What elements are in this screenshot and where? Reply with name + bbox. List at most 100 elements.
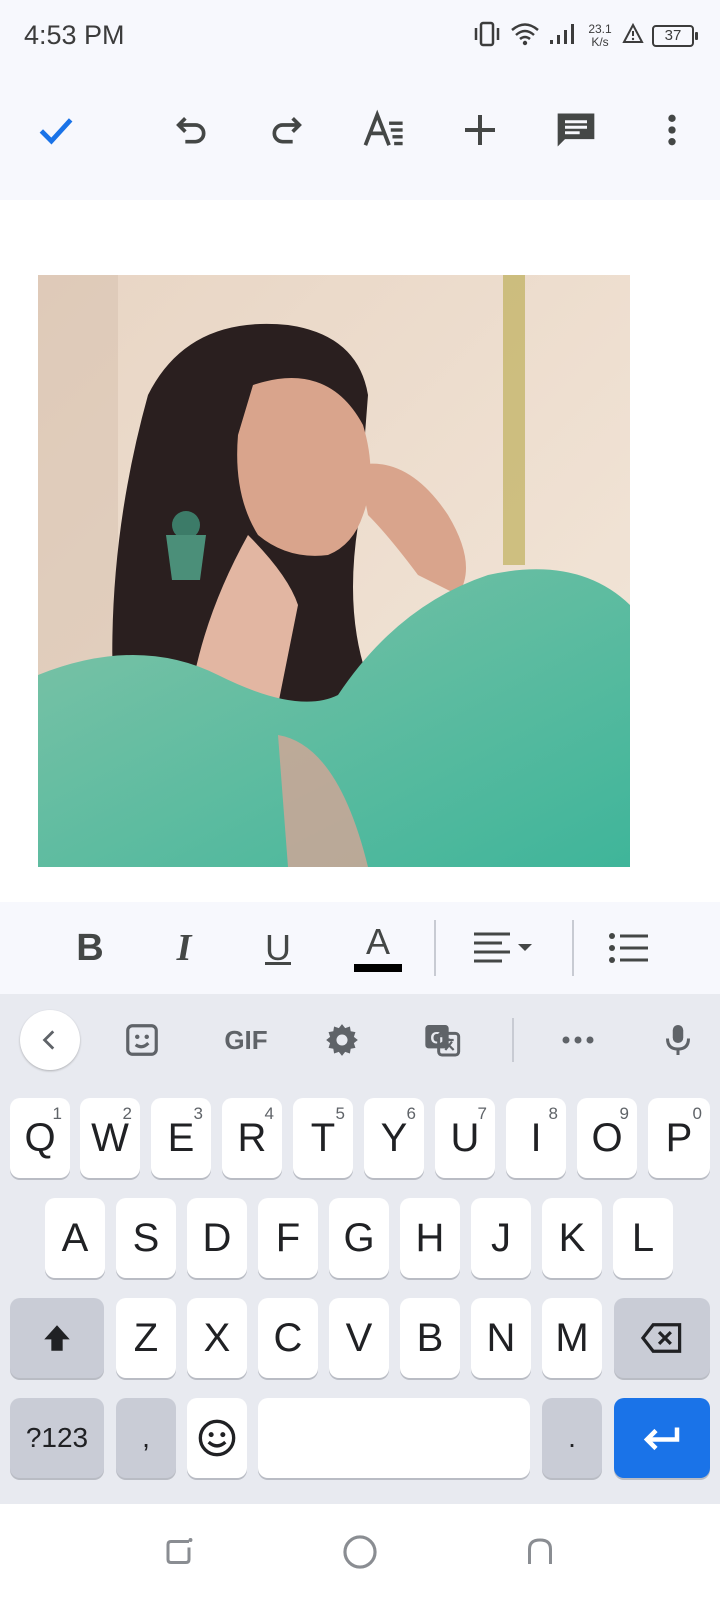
- more-options-button[interactable]: [642, 100, 702, 160]
- keyboard-back-button[interactable]: [20, 1010, 80, 1070]
- comma-label: ,: [142, 1422, 150, 1453]
- key-k[interactable]: K: [542, 1198, 602, 1278]
- more-keyboard-options-button[interactable]: [548, 1010, 608, 1070]
- italic-button[interactable]: I: [160, 916, 208, 980]
- key-label: V: [345, 1315, 373, 1360]
- key-label: X: [203, 1315, 231, 1360]
- text-format-button[interactable]: [354, 100, 414, 160]
- key-label: S: [132, 1215, 160, 1260]
- key-z[interactable]: Z: [116, 1298, 176, 1378]
- text-color-button[interactable]: A: [350, 916, 406, 980]
- more-vertical-icon: [668, 114, 676, 146]
- shift-icon: [44, 1325, 70, 1351]
- recent-apps-button[interactable]: [156, 1528, 204, 1576]
- comment-button[interactable]: [546, 100, 606, 160]
- key-w[interactable]: W2: [80, 1098, 140, 1178]
- key-n[interactable]: N: [471, 1298, 531, 1378]
- sticker-icon: [126, 1024, 158, 1056]
- symbols-label: ?123: [25, 1422, 89, 1453]
- emoji-icon: [198, 1419, 236, 1457]
- backspace-key[interactable]: [614, 1298, 710, 1378]
- signal-icon: [548, 22, 578, 51]
- enter-key[interactable]: [614, 1398, 710, 1478]
- vibrate-icon: [472, 21, 502, 52]
- key-r[interactable]: R4: [222, 1098, 282, 1178]
- navigation-bar: [0, 1504, 720, 1600]
- enter-icon: [643, 1427, 680, 1451]
- wifi-icon: [510, 22, 540, 51]
- done-button[interactable]: [26, 100, 86, 160]
- key-y[interactable]: Y6: [364, 1098, 424, 1178]
- shift-key[interactable]: [10, 1298, 104, 1378]
- undo-button[interactable]: [162, 100, 222, 160]
- bulleted-list-icon: [609, 933, 648, 963]
- key-label: Z: [133, 1315, 159, 1360]
- key-label: P: [665, 1115, 693, 1160]
- key-label: C: [273, 1315, 303, 1360]
- gif-label: GIF: [224, 1024, 268, 1055]
- key-label: D: [202, 1215, 232, 1260]
- period-label: .: [568, 1422, 576, 1453]
- keyboard-toolbar: GIF G: [0, 994, 720, 1084]
- key-g[interactable]: G: [329, 1198, 389, 1278]
- text-color-swatch: [354, 964, 402, 972]
- bold-button[interactable]: B: [66, 916, 114, 980]
- key-v[interactable]: V: [329, 1298, 389, 1378]
- key-label: I: [530, 1115, 542, 1160]
- list-button[interactable]: [606, 916, 654, 980]
- inserted-photo[interactable]: [38, 275, 630, 867]
- key-label: O: [591, 1115, 623, 1160]
- key-d[interactable]: D: [187, 1198, 247, 1278]
- redo-button[interactable]: [256, 100, 316, 160]
- key-b[interactable]: B: [400, 1298, 460, 1378]
- key-label: K: [558, 1215, 586, 1260]
- key-s[interactable]: S: [116, 1198, 176, 1278]
- recent-apps-icon: [166, 1538, 193, 1564]
- document-canvas[interactable]: [0, 200, 720, 902]
- key-e[interactable]: E3: [151, 1098, 211, 1178]
- insert-button[interactable]: [450, 100, 510, 160]
- translate-icon: G: [425, 1025, 461, 1057]
- home-button[interactable]: [336, 1528, 384, 1576]
- key-label: Y: [380, 1115, 408, 1160]
- gear-icon: [326, 1024, 358, 1056]
- key-i[interactable]: I8: [506, 1098, 566, 1178]
- key-c[interactable]: C: [258, 1298, 318, 1378]
- key-t[interactable]: T5: [293, 1098, 353, 1178]
- editor-toolbar: [0, 72, 720, 200]
- voice-input-button[interactable]: [648, 1010, 708, 1070]
- keyboard-settings-button[interactable]: [312, 1010, 372, 1070]
- key-a[interactable]: A: [45, 1198, 105, 1278]
- key-o[interactable]: O9: [577, 1098, 637, 1178]
- battery-indicator: 37: [652, 25, 698, 47]
- key-l[interactable]: L: [613, 1198, 673, 1278]
- key-p[interactable]: P0: [648, 1098, 710, 1178]
- text-color-label: A: [365, 921, 390, 962]
- key-h[interactable]: H: [400, 1198, 460, 1278]
- back-button[interactable]: [516, 1528, 564, 1576]
- key-x[interactable]: X: [187, 1298, 247, 1378]
- key-m[interactable]: M: [542, 1298, 602, 1378]
- key-label: L: [631, 1215, 655, 1260]
- align-button[interactable]: [468, 916, 538, 980]
- screen: 4:53 PM 23.1 K/s 37 B I U A GIF G Q 1 W …: [0, 0, 720, 1600]
- key-hint: 9: [619, 1104, 629, 1123]
- translate-button[interactable]: G: [412, 1010, 472, 1070]
- period-key[interactable]: .: [542, 1398, 602, 1478]
- text-format-icon: [363, 109, 403, 146]
- comma-key[interactable]: ,: [116, 1398, 176, 1478]
- symbols-key[interactable]: ?123: [10, 1398, 104, 1478]
- spacebar-key[interactable]: [258, 1398, 530, 1478]
- format-separator: [434, 920, 436, 976]
- emoji-key[interactable]: [187, 1398, 247, 1478]
- chevron-left-icon: [42, 1030, 55, 1050]
- key-u[interactable]: U7: [435, 1098, 495, 1178]
- underline-button[interactable]: U: [254, 916, 302, 980]
- key-j[interactable]: J: [471, 1198, 531, 1278]
- key-f[interactable]: F: [258, 1198, 318, 1278]
- gif-button[interactable]: GIF: [212, 1010, 280, 1070]
- plus-icon: [465, 115, 495, 145]
- key-label: H: [415, 1215, 445, 1260]
- sticker-button[interactable]: [112, 1010, 172, 1070]
- key-q[interactable]: Q1: [10, 1098, 70, 1178]
